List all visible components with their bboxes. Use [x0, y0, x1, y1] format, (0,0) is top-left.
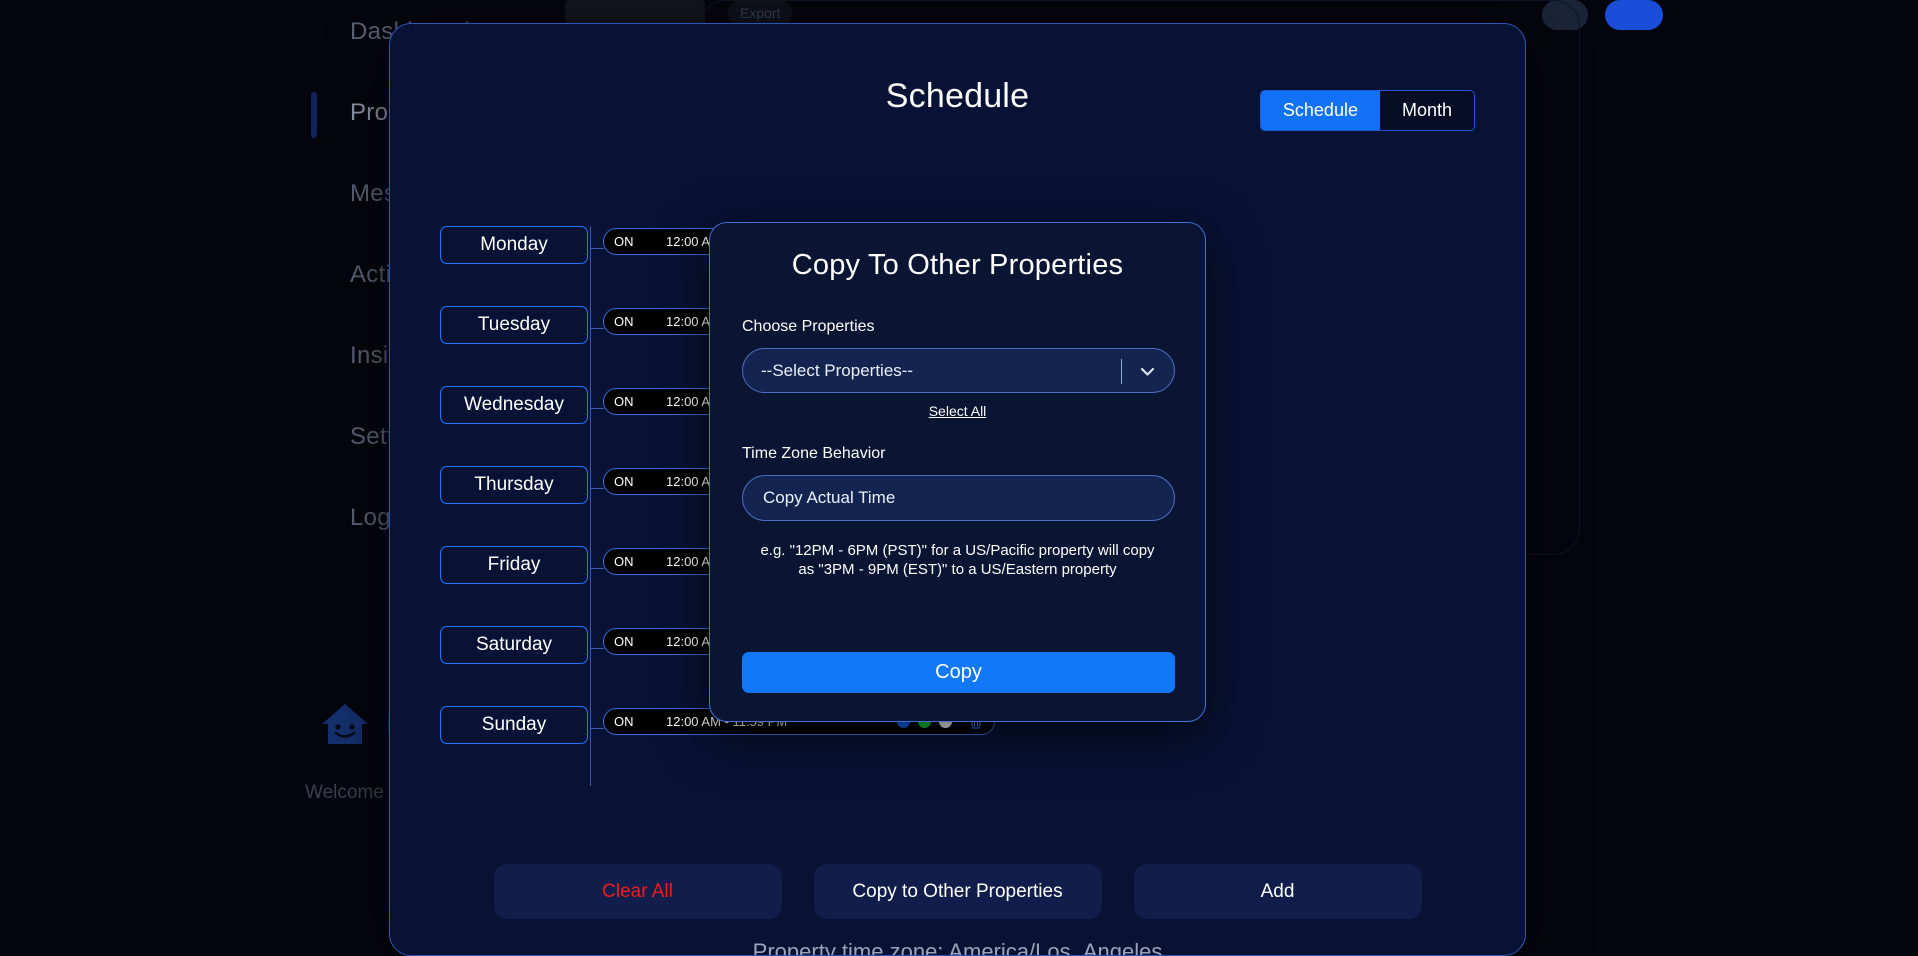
tab-month[interactable]: Month: [1379, 91, 1474, 130]
day-buttons-column: Monday Tuesday Wednesday Thursday Friday…: [440, 226, 588, 786]
house-smiley-icon: [322, 704, 368, 744]
time-zone-hint-text: e.g. "12PM - 6PM (PST)" for a US/Pacific…: [760, 542, 1155, 578]
slot-tick: [590, 728, 604, 729]
slot-tick: [590, 328, 604, 329]
slot-state-toggle[interactable]: ON: [614, 394, 666, 409]
day-button-monday[interactable]: Monday: [440, 226, 588, 264]
copy-button[interactable]: Copy: [742, 652, 1175, 693]
app-root: Dashboard Properties Messages Activity I…: [0, 0, 1918, 956]
slot-tick: [590, 648, 604, 649]
day-button-sunday[interactable]: Sunday: [440, 706, 588, 744]
clear-all-button[interactable]: Clear All: [493, 864, 782, 919]
day-button-tuesday[interactable]: Tuesday: [440, 306, 588, 344]
copy-to-other-properties-button[interactable]: Copy to Other Properties: [813, 864, 1102, 919]
day-button-thursday[interactable]: Thursday: [440, 466, 588, 504]
select-all-link[interactable]: Select All: [742, 403, 1173, 419]
schedule-header: Schedule Schedule Month: [390, 24, 1525, 131]
slot-state-toggle[interactable]: ON: [614, 234, 666, 249]
dialog-title: Copy To Other Properties: [791, 249, 1124, 281]
background-primary-button[interactable]: [1605, 0, 1663, 30]
slot-state-toggle[interactable]: ON: [614, 634, 666, 649]
properties-select[interactable]: --Select Properties--: [742, 348, 1175, 393]
day-button-saturday[interactable]: Saturday: [440, 626, 588, 664]
slot-state-toggle[interactable]: ON: [614, 474, 666, 489]
slot-tick: [590, 408, 604, 409]
schedule-action-bar: Clear All Copy to Other Properties Add: [390, 864, 1525, 919]
copy-to-other-properties-dialog: Copy To Other Properties Choose Properti…: [709, 222, 1206, 722]
time-zone-behavior-select[interactable]: Copy Actual Time: [742, 475, 1175, 521]
properties-select-value: --Select Properties--: [761, 360, 914, 380]
add-button[interactable]: Add: [1133, 864, 1422, 919]
tab-schedule[interactable]: Schedule: [1260, 91, 1380, 130]
slot-tick: [590, 568, 604, 569]
choose-properties-label: Choose Properties: [742, 318, 875, 335]
time-zone-behavior-value: Copy Actual Time: [763, 488, 896, 507]
time-zone-behavior-label: Time Zone Behavior: [742, 445, 886, 462]
property-timezone-footer: Property time zone: America/Los_Angeles: [752, 939, 1163, 956]
slot-state-toggle[interactable]: ON: [614, 554, 666, 569]
slot-tick: [590, 248, 604, 249]
day-button-friday[interactable]: Friday: [440, 546, 588, 584]
select-divider: [1121, 359, 1122, 384]
slot-state-toggle[interactable]: ON: [614, 714, 666, 729]
chevron-down-icon[interactable]: [1139, 364, 1156, 379]
slot-tick: [590, 488, 604, 489]
day-button-wednesday[interactable]: Wednesday: [440, 386, 588, 424]
slot-state-toggle[interactable]: ON: [614, 314, 666, 329]
view-toggle: Schedule Month: [1259, 90, 1475, 131]
